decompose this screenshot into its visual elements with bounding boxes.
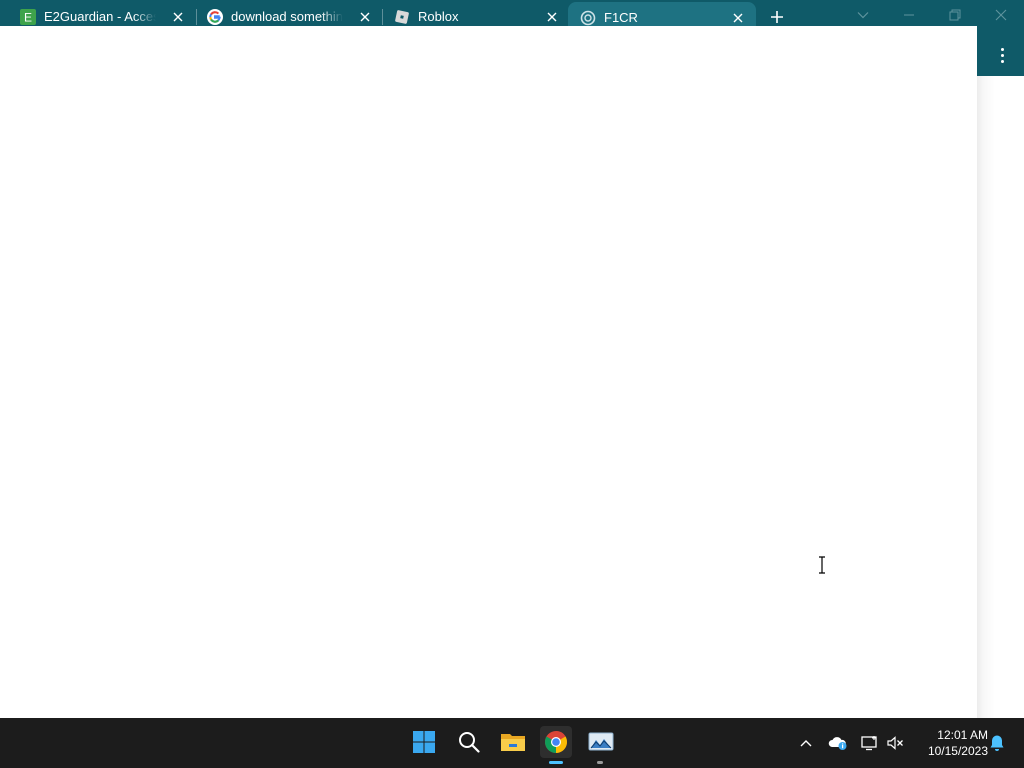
windows-start-icon [413, 731, 435, 753]
clock-date: 10/15/2023 [927, 744, 988, 758]
chrome-taskbar-button[interactable] [540, 726, 572, 758]
close-icon[interactable] [730, 10, 746, 26]
chrome-icon [545, 731, 567, 753]
search-icon [459, 732, 480, 753]
network-tray-button[interactable] [860, 734, 880, 752]
system-clock[interactable]: 12:01 AM 10/15/2023 [912, 727, 988, 759]
plus-icon [771, 11, 783, 23]
minimize-button[interactable] [896, 4, 922, 26]
restore-icon [949, 9, 961, 21]
taskbar-search-button[interactable] [453, 726, 485, 758]
notification-center-button[interactable] [987, 734, 1007, 752]
onedrive-tray-button[interactable] [828, 734, 848, 752]
chevron-up-icon [800, 740, 812, 747]
tab-search-chevron-icon [857, 12, 869, 19]
volume-tray-button[interactable] [886, 734, 906, 752]
text-cursor-icon [819, 556, 825, 574]
close-icon[interactable] [170, 9, 186, 25]
roblox-icon [394, 9, 410, 25]
close-icon[interactable] [357, 9, 373, 25]
minimize-icon [904, 14, 914, 16]
close-icon [995, 9, 1007, 21]
tab-title: F1CR [604, 10, 638, 25]
e2guardian-e-icon: E [20, 8, 36, 25]
onedrive-icon [828, 737, 847, 750]
taskbar: 12:01 AM 10/15/2023 [0, 718, 1024, 768]
active-app-indicator [549, 761, 563, 764]
clock-time: 12:01 AM [937, 728, 988, 742]
notification-bell-icon [990, 735, 1004, 751]
tab-title: Roblox [418, 9, 459, 24]
google-g-icon [207, 8, 223, 25]
file-explorer-icon [501, 734, 525, 751]
photos-icon [588, 732, 614, 751]
close-icon[interactable] [544, 9, 560, 25]
running-app-indicator [597, 761, 603, 764]
page-content[interactable] [0, 26, 977, 718]
photos-button[interactable] [585, 726, 617, 758]
side-panel [977, 33, 1024, 718]
tab-title: download something for free [231, 9, 343, 24]
new-tab-button[interactable] [767, 7, 787, 27]
svg-text:E: E [24, 10, 32, 24]
f1cr-icon [580, 10, 596, 26]
network-icon [861, 736, 877, 751]
close-window-button[interactable] [988, 4, 1014, 26]
show-hidden-icons-button[interactable] [796, 734, 816, 752]
restore-button[interactable] [942, 4, 968, 26]
file-explorer-button[interactable] [497, 726, 529, 758]
start-button[interactable] [408, 726, 440, 758]
volume-muted-icon [887, 736, 903, 750]
kebab-menu-icon[interactable] [994, 44, 1010, 66]
tab-search-button[interactable] [850, 4, 876, 26]
tab-title: E2Guardian - Access Denied [44, 9, 156, 24]
